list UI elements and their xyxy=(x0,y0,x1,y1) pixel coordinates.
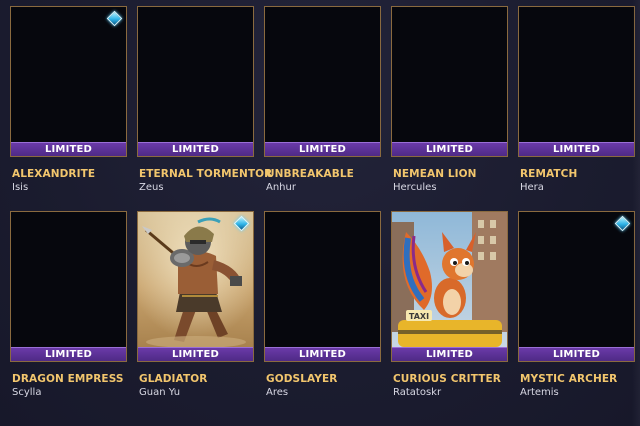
god-name: Artemis xyxy=(520,387,559,398)
god-name: Hera xyxy=(520,182,544,193)
skin-card-frame: LIMITED xyxy=(137,6,254,157)
skin-card-frame: LIMITED xyxy=(518,6,635,157)
skin-title: ETERNAL TORMENTOR xyxy=(139,168,273,180)
skin-art-empty xyxy=(138,7,253,142)
skin-card-frame: LIMITED xyxy=(264,6,381,157)
skin-card-frame: LIMITED xyxy=(518,211,635,362)
limited-badge: LIMITED xyxy=(138,142,253,156)
skin-art-empty xyxy=(519,212,634,347)
god-name: Ratatoskr xyxy=(393,387,442,398)
skin-card-frame: LIMITED xyxy=(10,211,127,362)
skin-card-frame: LIMITED xyxy=(137,211,254,362)
god-name: Zeus xyxy=(139,182,164,193)
limited-badge: LIMITED xyxy=(392,142,507,156)
scroll-edge xyxy=(632,0,640,426)
limited-badge: LIMITED xyxy=(265,142,380,156)
skin-card-frame: LIMITED xyxy=(264,211,381,362)
limited-badge: LIMITED xyxy=(138,347,253,361)
god-name: Hercules xyxy=(393,182,437,193)
skin-title: REMATCH xyxy=(520,168,578,180)
skin-title: GODSLAYER xyxy=(266,373,338,385)
limited-badge: LIMITED xyxy=(265,347,380,361)
taxi-sign-text: TAXI xyxy=(409,312,429,321)
skin-title: ALEXANDRITE xyxy=(12,168,96,180)
skin-art-empty xyxy=(265,212,380,347)
skin-title: GLADIATOR xyxy=(139,373,208,385)
limited-badge: LIMITED xyxy=(11,142,126,156)
god-name: Guan Yu xyxy=(139,387,181,398)
limited-badge: LIMITED xyxy=(519,347,634,361)
skin-art-empty xyxy=(265,7,380,142)
skin-title: UNBREAKABLE xyxy=(266,168,354,180)
skin-title: NEMEAN LION xyxy=(393,168,477,180)
skin-art-empty xyxy=(11,7,126,142)
limited-badge: LIMITED xyxy=(11,347,126,361)
gladiator-warrior-art xyxy=(138,212,253,347)
limited-badge: LIMITED xyxy=(519,142,634,156)
skin-title: DRAGON EMPRESS xyxy=(12,373,124,385)
skin-card-frame: LIMITED xyxy=(10,6,127,157)
skin-art-empty xyxy=(11,212,126,347)
limited-badge: LIMITED xyxy=(392,347,507,361)
god-name: Ares xyxy=(266,387,289,398)
skin-art-empty xyxy=(392,7,507,142)
squirrel-on-taxi-art: TAXI xyxy=(392,212,507,347)
skin-collection-grid: LIMITED ALEXANDRITE Isis LIMITED ETERNAL… xyxy=(0,0,640,426)
god-name: Isis xyxy=(12,182,29,193)
skin-title: CURIOUS CRITTER xyxy=(393,373,501,385)
god-name: Scylla xyxy=(12,387,42,398)
god-name: Anhur xyxy=(266,182,296,193)
skin-art-empty xyxy=(519,7,634,142)
skin-title: MYSTIC ARCHER xyxy=(520,373,618,385)
squirrel-taxi-illustration: TAXI xyxy=(392,212,507,347)
skin-card-frame: LIMITED xyxy=(391,6,508,157)
gladiator-warrior-illustration xyxy=(138,212,253,347)
skin-card-frame: TAXI LIMITED xyxy=(391,211,508,362)
